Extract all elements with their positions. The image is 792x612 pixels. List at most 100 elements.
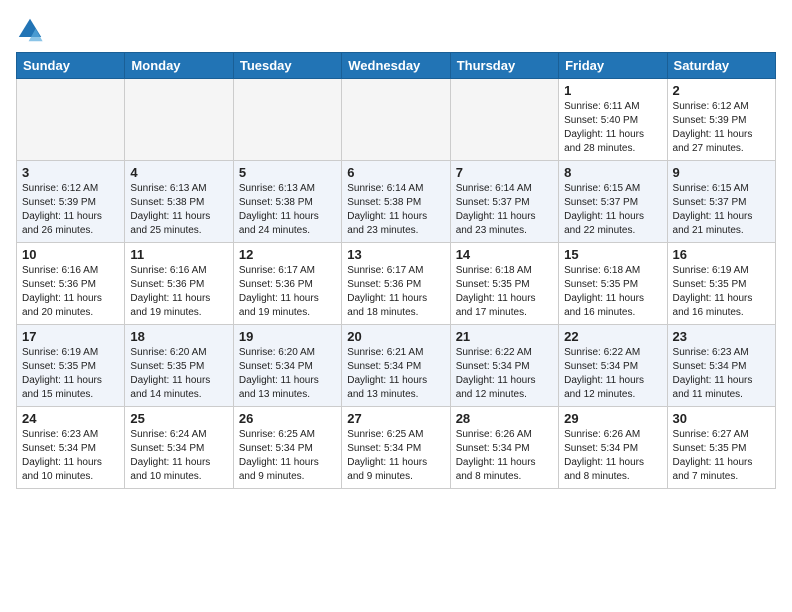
- calendar-cell: 11 Sunrise: 6:16 AM Sunset: 5:36 PM Dayli…: [125, 243, 233, 325]
- day-info: Sunrise: 6:27 AM Sunset: 5:35 PM Dayligh…: [673, 428, 770, 484]
- col-header-tuesday: Tuesday: [233, 53, 341, 79]
- calendar-cell: 1 Sunrise: 6:11 AM Sunset: 5:40 PM Daylig…: [559, 79, 667, 161]
- day-number: 5: [239, 165, 336, 180]
- day-number: 9: [673, 165, 770, 180]
- calendar-cell: 18 Sunrise: 6:20 AM Sunset: 5:35 PM Dayli…: [125, 325, 233, 407]
- day-info: Sunrise: 6:16 AM Sunset: 5:36 PM Dayligh…: [130, 264, 227, 320]
- day-info: Sunrise: 6:18 AM Sunset: 5:35 PM Dayligh…: [564, 264, 661, 320]
- day-number: 23: [673, 329, 770, 344]
- calendar-week-row: 1 Sunrise: 6:11 AM Sunset: 5:40 PM Daylig…: [17, 79, 776, 161]
- day-number: 3: [22, 165, 119, 180]
- calendar-cell: [17, 79, 125, 161]
- calendar-week-row: 17 Sunrise: 6:19 AM Sunset: 5:35 PM Dayli…: [17, 325, 776, 407]
- day-info: Sunrise: 6:15 AM Sunset: 5:37 PM Dayligh…: [564, 182, 661, 238]
- day-number: 27: [347, 411, 444, 426]
- calendar-cell: 28 Sunrise: 6:26 AM Sunset: 5:34 PM Dayli…: [450, 407, 558, 489]
- day-number: 17: [22, 329, 119, 344]
- day-number: 19: [239, 329, 336, 344]
- calendar-cell: 4Sunrise: 6:13 AM Sunset: 5:38 PM Daylig…: [125, 161, 233, 243]
- day-number: 2: [673, 83, 770, 98]
- calendar-cell: 3Sunrise: 6:12 AM Sunset: 5:39 PM Daylig…: [17, 161, 125, 243]
- day-info: Sunrise: 6:23 AM Sunset: 5:34 PM Dayligh…: [22, 428, 119, 484]
- day-info: Sunrise: 6:23 AM Sunset: 5:34 PM Dayligh…: [673, 346, 770, 402]
- day-number: 4: [130, 165, 227, 180]
- calendar-cell: 5 Sunrise: 6:13 AM Sunset: 5:38 PM Daylig…: [233, 161, 341, 243]
- calendar-cell: 27 Sunrise: 6:25 AM Sunset: 5:34 PM Dayli…: [342, 407, 450, 489]
- day-number: 26: [239, 411, 336, 426]
- col-header-thursday: Thursday: [450, 53, 558, 79]
- calendar-cell: 22Sunrise: 6:22 AM Sunset: 5:34 PM Dayli…: [559, 325, 667, 407]
- calendar-cell: 19 Sunrise: 6:20 AM Sunset: 5:34 PM Dayli…: [233, 325, 341, 407]
- calendar-cell: 15Sunrise: 6:18 AM Sunset: 5:35 PM Dayli…: [559, 243, 667, 325]
- calendar-week-row: 10 Sunrise: 6:16 AM Sunset: 5:36 PM Dayli…: [17, 243, 776, 325]
- day-info: Sunrise: 6:22 AM Sunset: 5:34 PM Dayligh…: [564, 346, 661, 402]
- day-info: Sunrise: 6:11 AM Sunset: 5:40 PM Dayligh…: [564, 100, 661, 156]
- calendar-cell: 25 Sunrise: 6:24 AM Sunset: 5:34 PM Dayli…: [125, 407, 233, 489]
- col-header-monday: Monday: [125, 53, 233, 79]
- calendar-cell: 30Sunrise: 6:27 AM Sunset: 5:35 PM Dayli…: [667, 407, 775, 489]
- day-number: 13: [347, 247, 444, 262]
- day-number: 18: [130, 329, 227, 344]
- day-number: 25: [130, 411, 227, 426]
- day-number: 11: [130, 247, 227, 262]
- page-header: [16, 16, 776, 44]
- calendar-cell: 16 Sunrise: 6:19 AM Sunset: 5:35 PM Dayli…: [667, 243, 775, 325]
- day-number: 7: [456, 165, 553, 180]
- day-number: 10: [22, 247, 119, 262]
- day-info: Sunrise: 6:13 AM Sunset: 5:38 PM Dayligh…: [239, 182, 336, 238]
- calendar-cell: 24 Sunrise: 6:23 AM Sunset: 5:34 PM Dayli…: [17, 407, 125, 489]
- day-number: 12: [239, 247, 336, 262]
- day-number: 6: [347, 165, 444, 180]
- calendar-cell: 2 Sunrise: 6:12 AM Sunset: 5:39 PM Daylig…: [667, 79, 775, 161]
- calendar: SundayMondayTuesdayWednesdayThursdayFrid…: [16, 52, 776, 489]
- day-number: 1: [564, 83, 661, 98]
- day-number: 29: [564, 411, 661, 426]
- day-number: 28: [456, 411, 553, 426]
- day-info: Sunrise: 6:17 AM Sunset: 5:36 PM Dayligh…: [347, 264, 444, 320]
- calendar-cell: 9 Sunrise: 6:15 AM Sunset: 5:37 PM Daylig…: [667, 161, 775, 243]
- calendar-cell: 29 Sunrise: 6:26 AM Sunset: 5:34 PM Dayli…: [559, 407, 667, 489]
- calendar-cell: 14 Sunrise: 6:18 AM Sunset: 5:35 PM Dayli…: [450, 243, 558, 325]
- day-info: Sunrise: 6:20 AM Sunset: 5:35 PM Dayligh…: [130, 346, 227, 402]
- day-number: 16: [673, 247, 770, 262]
- calendar-cell: 6 Sunrise: 6:14 AM Sunset: 5:38 PM Daylig…: [342, 161, 450, 243]
- day-info: Sunrise: 6:21 AM Sunset: 5:34 PM Dayligh…: [347, 346, 444, 402]
- day-info: Sunrise: 6:20 AM Sunset: 5:34 PM Dayligh…: [239, 346, 336, 402]
- day-info: Sunrise: 6:26 AM Sunset: 5:34 PM Dayligh…: [456, 428, 553, 484]
- calendar-cell: [450, 79, 558, 161]
- day-info: Sunrise: 6:19 AM Sunset: 5:35 PM Dayligh…: [22, 346, 119, 402]
- calendar-cell: 20Sunrise: 6:21 AM Sunset: 5:34 PM Dayli…: [342, 325, 450, 407]
- logo: [16, 16, 48, 44]
- day-number: 21: [456, 329, 553, 344]
- col-header-saturday: Saturday: [667, 53, 775, 79]
- calendar-cell: [342, 79, 450, 161]
- calendar-cell: 10Sunrise: 6:16 AM Sunset: 5:36 PM Dayli…: [17, 243, 125, 325]
- calendar-week-row: 24 Sunrise: 6:23 AM Sunset: 5:34 PM Dayli…: [17, 407, 776, 489]
- calendar-cell: [233, 79, 341, 161]
- day-info: Sunrise: 6:12 AM Sunset: 5:39 PM Dayligh…: [673, 100, 770, 156]
- calendar-cell: [125, 79, 233, 161]
- day-info: Sunrise: 6:14 AM Sunset: 5:37 PM Dayligh…: [456, 182, 553, 238]
- col-header-sunday: Sunday: [17, 53, 125, 79]
- day-number: 8: [564, 165, 661, 180]
- col-header-friday: Friday: [559, 53, 667, 79]
- calendar-cell: 17 Sunrise: 6:19 AM Sunset: 5:35 PM Dayli…: [17, 325, 125, 407]
- day-info: Sunrise: 6:19 AM Sunset: 5:35 PM Dayligh…: [673, 264, 770, 320]
- day-info: Sunrise: 6:17 AM Sunset: 5:36 PM Dayligh…: [239, 264, 336, 320]
- calendar-cell: 21Sunrise: 6:22 AM Sunset: 5:34 PM Dayli…: [450, 325, 558, 407]
- day-number: 24: [22, 411, 119, 426]
- calendar-cell: 12 Sunrise: 6:17 AM Sunset: 5:36 PM Dayli…: [233, 243, 341, 325]
- calendar-cell: 8 Sunrise: 6:15 AM Sunset: 5:37 PM Daylig…: [559, 161, 667, 243]
- calendar-week-row: 3Sunrise: 6:12 AM Sunset: 5:39 PM Daylig…: [17, 161, 776, 243]
- calendar-cell: 13 Sunrise: 6:17 AM Sunset: 5:36 PM Dayli…: [342, 243, 450, 325]
- day-info: Sunrise: 6:18 AM Sunset: 5:35 PM Dayligh…: [456, 264, 553, 320]
- calendar-cell: 23 Sunrise: 6:23 AM Sunset: 5:34 PM Dayli…: [667, 325, 775, 407]
- day-info: Sunrise: 6:25 AM Sunset: 5:34 PM Dayligh…: [347, 428, 444, 484]
- day-number: 14: [456, 247, 553, 262]
- calendar-cell: 26Sunrise: 6:25 AM Sunset: 5:34 PM Dayli…: [233, 407, 341, 489]
- day-info: Sunrise: 6:26 AM Sunset: 5:34 PM Dayligh…: [564, 428, 661, 484]
- calendar-cell: 7 Sunrise: 6:14 AM Sunset: 5:37 PM Daylig…: [450, 161, 558, 243]
- day-info: Sunrise: 6:24 AM Sunset: 5:34 PM Dayligh…: [130, 428, 227, 484]
- day-info: Sunrise: 6:14 AM Sunset: 5:38 PM Dayligh…: [347, 182, 444, 238]
- day-info: Sunrise: 6:15 AM Sunset: 5:37 PM Dayligh…: [673, 182, 770, 238]
